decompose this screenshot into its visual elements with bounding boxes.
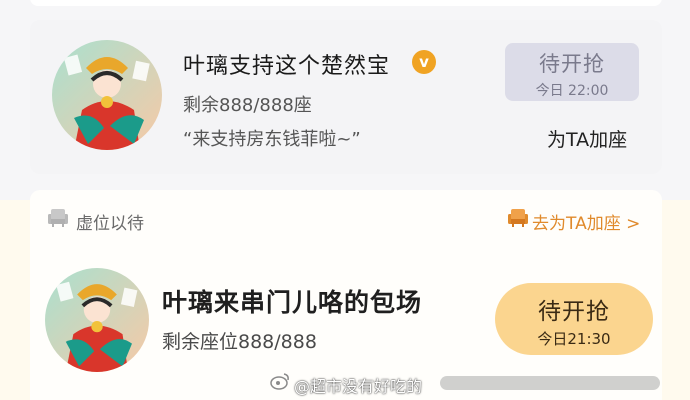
vacant-seat-label: 虚位以待	[76, 214, 144, 234]
avatar-2[interactable]	[45, 268, 149, 372]
card1-add-seat-link[interactable]: 为TA加座	[547, 125, 627, 152]
avatar-illustration-icon	[45, 268, 149, 372]
card1-seats-remaining: 剩余888/888座	[183, 95, 312, 116]
card2-seats-remaining: 剩余座位888/888	[162, 331, 317, 353]
weibo-logo-icon	[270, 373, 289, 390]
previous-card	[30, 0, 662, 6]
seat-gray-icon	[48, 209, 68, 227]
card1-quote: “来支持房东钱菲啦~”	[183, 129, 361, 150]
card2-name: 叶璃来串门儿咯的包场	[162, 288, 423, 317]
card1-grab-button-label: 待开抢	[539, 52, 605, 76]
watermark-text: @超市没有好吃的	[294, 377, 423, 396]
card2-grab-button-label: 待开抢	[538, 299, 610, 325]
card1-grab-button[interactable]: 待开抢 今日 22:00	[505, 43, 639, 101]
verified-badge-icon: v	[412, 50, 436, 74]
card1-name: 叶璃支持这个楚然宝	[183, 54, 391, 79]
card2-grab-button-time: 今日21:30	[537, 330, 611, 348]
blurred-content	[440, 376, 660, 390]
avatar-illustration-icon	[52, 40, 162, 150]
card2-grab-button[interactable]: 待开抢 今日21:30	[495, 283, 653, 355]
avatar-1[interactable]	[52, 40, 162, 150]
go-add-seat-link[interactable]: 去为TA加座 >	[532, 209, 640, 234]
card1-grab-button-time: 今日 22:00	[535, 83, 609, 99]
seat-orange-icon	[508, 209, 528, 227]
